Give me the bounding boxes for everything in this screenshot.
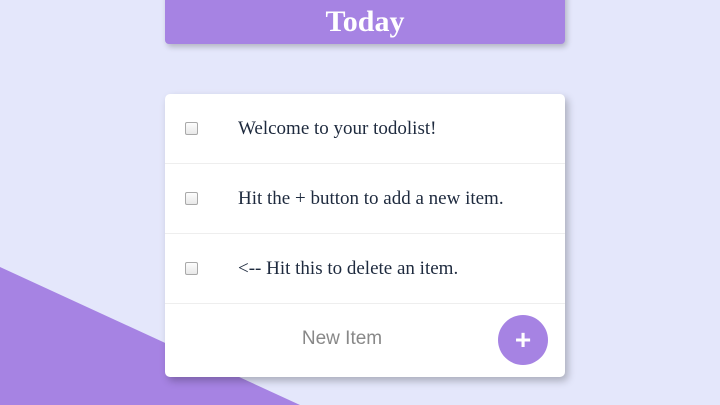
add-item-button[interactable]: +	[498, 315, 548, 365]
item-text: Hit the + button to add a new item.	[238, 187, 504, 209]
item-text: Welcome to your todolist!	[238, 117, 437, 139]
item-text: <-- Hit this to delete an item.	[238, 257, 459, 279]
item-checkbox[interactable]	[185, 122, 198, 135]
item-checkbox[interactable]	[185, 192, 198, 205]
plus-icon: +	[514, 324, 532, 355]
page-title: Today	[325, 5, 405, 38]
list-item: Welcome to your todolist!	[165, 94, 565, 164]
list-item: Hit the + button to add a new item.	[165, 164, 565, 234]
heading-box: Today	[165, 0, 565, 44]
item-checkbox[interactable]	[185, 262, 198, 275]
list-item: <-- Hit this to delete an item.	[165, 234, 565, 304]
todo-list-card: Welcome to your todolist! Hit the + butt…	[165, 94, 565, 377]
new-item-input[interactable]	[237, 322, 447, 356]
new-item-row: +	[165, 304, 565, 375]
